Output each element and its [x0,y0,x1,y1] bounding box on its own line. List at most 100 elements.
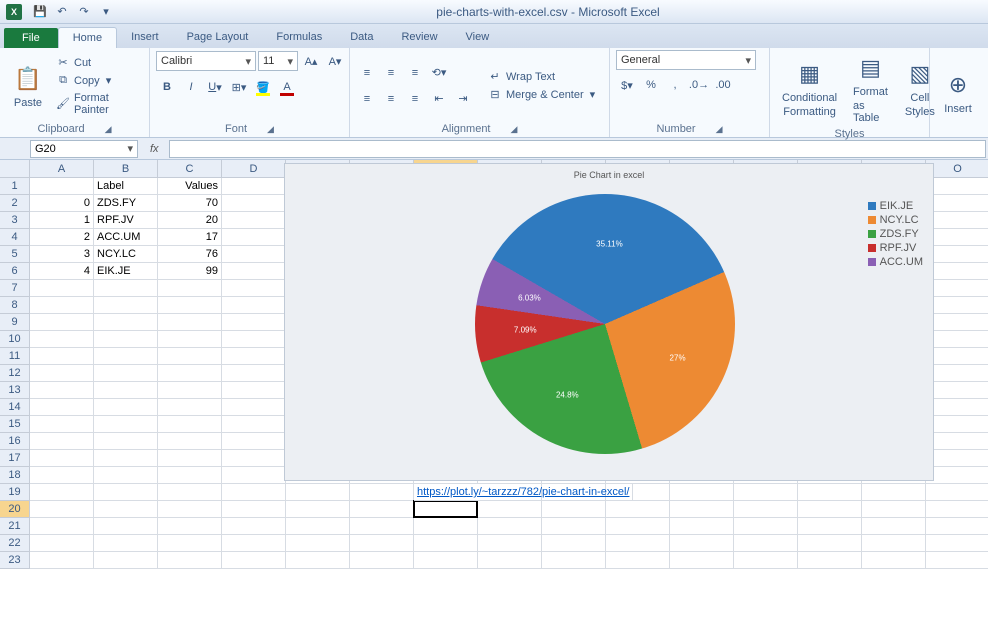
cell-O17[interactable] [926,450,988,467]
cell-D22[interactable] [222,535,286,552]
row-header-11[interactable]: 11 [0,348,30,365]
cell-C2[interactable]: 70 [158,195,222,212]
cell-L23[interactable] [734,552,798,569]
merge-center-button[interactable]: ⊟Merge & Center▾ [486,87,597,103]
tab-file[interactable]: File [4,28,58,48]
cell-B16[interactable] [94,433,158,450]
row-header-12[interactable]: 12 [0,365,30,382]
cell-M22[interactable] [798,535,862,552]
cell-C14[interactable] [158,399,222,416]
cell-D14[interactable] [222,399,286,416]
cell-A6[interactable]: 4 [30,263,94,280]
cell-C22[interactable] [158,535,222,552]
cell-O18[interactable] [926,467,988,484]
cell-O4[interactable] [926,229,988,246]
cell-B22[interactable] [94,535,158,552]
cell-C12[interactable] [158,365,222,382]
fx-icon[interactable]: fx [140,143,169,155]
cell-O5[interactable] [926,246,988,263]
cell-M20[interactable] [798,501,862,518]
cell-C10[interactable] [158,331,222,348]
cell-A5[interactable]: 3 [30,246,94,263]
cell-C17[interactable] [158,450,222,467]
cell-D23[interactable] [222,552,286,569]
cell-H20[interactable] [478,501,542,518]
cell-C1[interactable]: Values [158,178,222,195]
cell-E19[interactable] [286,484,350,501]
cell-A14[interactable] [30,399,94,416]
row-header-1[interactable]: 1 [0,178,30,195]
comma-icon[interactable]: , [664,74,686,96]
copy-button[interactable]: ⧉Copy▾ [54,73,143,89]
percent-icon[interactable]: % [640,74,662,96]
increase-decimal-icon[interactable]: .0→ [688,74,710,96]
align-left-icon[interactable]: ≡ [356,88,378,110]
row-header-4[interactable]: 4 [0,229,30,246]
font-size-select[interactable]: 11 [258,51,298,71]
cell-H23[interactable] [478,552,542,569]
cell-B5[interactable]: NCY.LC [94,246,158,263]
cell-C5[interactable]: 76 [158,246,222,263]
currency-icon[interactable]: $▾ [616,74,638,96]
cell-D16[interactable] [222,433,286,450]
cell-D5[interactable] [222,246,286,263]
cell-F22[interactable] [350,535,414,552]
cell-C3[interactable]: 20 [158,212,222,229]
cell-D19[interactable] [222,484,286,501]
align-bottom-icon[interactable]: ≡ [404,62,426,84]
decrease-font-icon[interactable]: A▾ [324,50,346,72]
row-header-19[interactable]: 19 [0,484,30,501]
cell-F19[interactable] [350,484,414,501]
cell-A13[interactable] [30,382,94,399]
cell-A12[interactable] [30,365,94,382]
cell-D15[interactable] [222,416,286,433]
cell-O21[interactable] [926,518,988,535]
cell-D2[interactable] [222,195,286,212]
cell-G19[interactable]: https://plot.ly/~tarzzz/782/pie-chart-in… [414,484,633,501]
tab-home[interactable]: Home [58,27,117,48]
cell-O3[interactable] [926,212,988,229]
cell-O11[interactable] [926,348,988,365]
save-icon[interactable]: 💾 [32,4,48,20]
cell-O7[interactable] [926,280,988,297]
cell-A8[interactable] [30,297,94,314]
cell-M23[interactable] [798,552,862,569]
cell-H22[interactable] [478,535,542,552]
undo-icon[interactable]: ↶ [54,4,70,20]
cell-B20[interactable] [94,501,158,518]
cut-button[interactable]: ✂Cut [54,55,143,71]
cell-B3[interactable]: RPF.JV [94,212,158,229]
cell-G20[interactable] [414,501,478,518]
cell-J22[interactable] [606,535,670,552]
cell-C4[interactable]: 17 [158,229,222,246]
cell-B23[interactable] [94,552,158,569]
cell-M19[interactable] [798,484,862,501]
align-middle-icon[interactable]: ≡ [380,62,402,84]
cell-O12[interactable] [926,365,988,382]
cell-D9[interactable] [222,314,286,331]
cell-O9[interactable] [926,314,988,331]
cell-F23[interactable] [350,552,414,569]
cell-J23[interactable] [606,552,670,569]
cell-I21[interactable] [542,518,606,535]
cell-A18[interactable] [30,467,94,484]
cell-C21[interactable] [158,518,222,535]
cell-B18[interactable] [94,467,158,484]
cell-O8[interactable] [926,297,988,314]
row-header-3[interactable]: 3 [0,212,30,229]
cell-B2[interactable]: ZDS.FY [94,195,158,212]
cell-A3[interactable]: 1 [30,212,94,229]
cell-G23[interactable] [414,552,478,569]
row-header-22[interactable]: 22 [0,535,30,552]
cell-F21[interactable] [350,518,414,535]
underline-button[interactable]: U▾ [204,76,226,98]
cell-G21[interactable] [414,518,478,535]
cell-A22[interactable] [30,535,94,552]
tab-view[interactable]: View [452,27,504,48]
cell-E23[interactable] [286,552,350,569]
cell-L22[interactable] [734,535,798,552]
cell-O15[interactable] [926,416,988,433]
cell-B15[interactable] [94,416,158,433]
cell-A2[interactable]: 0 [30,195,94,212]
row-header-9[interactable]: 9 [0,314,30,331]
